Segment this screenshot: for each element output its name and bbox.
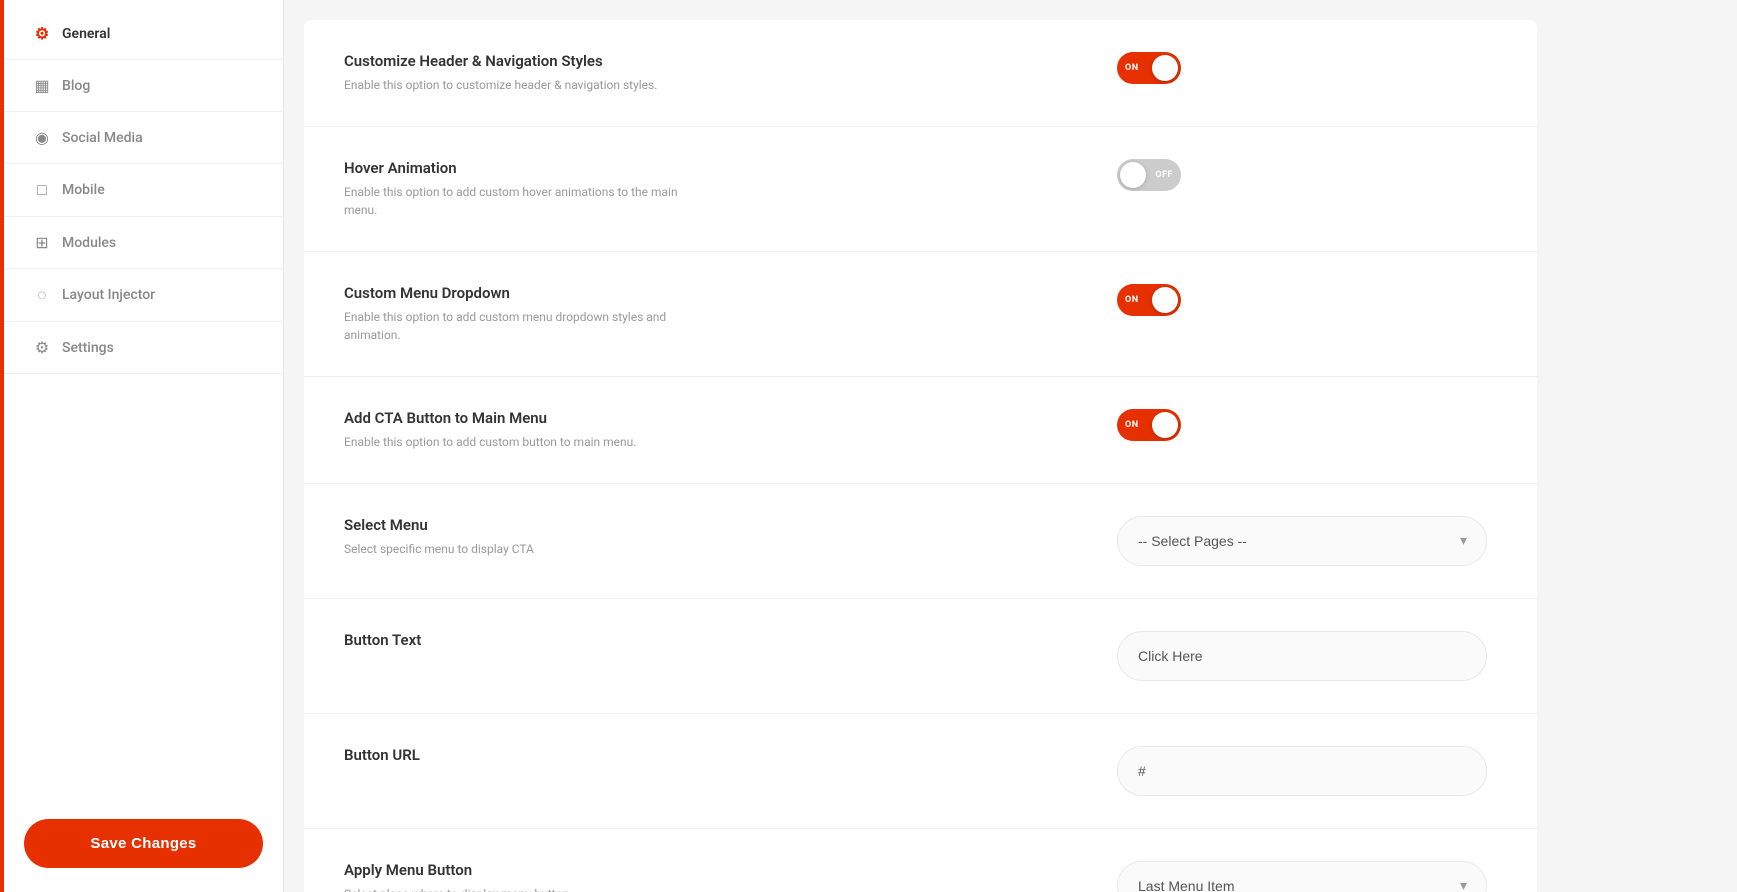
setting-info: Customize Header & Navigation Styles Ena… [344, 52, 704, 94]
setting-info: Button Text [344, 631, 704, 655]
sidebar-item-label: Blog [62, 78, 90, 94]
sidebar-footer: Save Changes [4, 795, 283, 892]
sidebar-item-label: Mobile [62, 182, 105, 198]
setting-desc: Enable this option to add custom menu dr… [344, 308, 704, 344]
toggle-customize-header[interactable]: ON [1117, 52, 1181, 84]
setting-desc: Select specific menu to display CTA [344, 540, 704, 558]
setting-desc: Enable this option to add custom button … [344, 433, 704, 451]
setting-label: Button Text [344, 631, 704, 649]
toggle-label: ON [1125, 295, 1139, 305]
setting-button-url: Button URL [304, 714, 1537, 829]
setting-control: ON [1117, 52, 1497, 84]
sidebar-item-label: Social Media [62, 130, 143, 146]
right-panel [1557, 0, 1737, 892]
sidebar-nav: ⚙ General ▦ Blog ◉ Social Media □ Mobile… [4, 0, 283, 795]
button-url-input[interactable] [1117, 746, 1487, 796]
setting-hover-animation: Hover Animation Enable this option to ad… [304, 127, 1537, 252]
setting-desc: Enable this option to add custom hover a… [344, 183, 704, 219]
setting-control: -- Select Pages -- ▾ [1117, 516, 1497, 566]
setting-control: ON [1117, 409, 1497, 441]
toggle-label: ON [1125, 63, 1139, 73]
sidebar-item-label: Modules [62, 235, 116, 251]
button-text-input[interactable] [1117, 631, 1487, 681]
apply-menu-button-wrapper: Last Menu Item First Menu Item After Log… [1117, 861, 1487, 892]
sidebar-item-blog[interactable]: ▦ Blog [4, 60, 283, 112]
save-changes-button[interactable]: Save Changes [24, 819, 263, 868]
sidebar-item-label: Layout Injector [62, 287, 155, 303]
setting-label: Add CTA Button to Main Menu [344, 409, 704, 427]
toggle-knob [1152, 55, 1178, 81]
sidebar-item-label: General [62, 26, 110, 42]
main-content: Customize Header & Navigation Styles Ena… [284, 0, 1557, 892]
toggle-knob [1152, 287, 1178, 313]
setting-info: Select Menu Select specific menu to disp… [344, 516, 704, 558]
layout-icon: ◌ [32, 285, 52, 305]
setting-desc: Enable this option to customize header &… [344, 76, 704, 94]
toggle-add-cta-button[interactable]: ON [1117, 409, 1181, 441]
sidebar-item-social-media[interactable]: ◉ Social Media [4, 112, 283, 164]
mobile-icon: □ [32, 180, 52, 200]
select-pages-input[interactable]: -- Select Pages -- [1117, 516, 1487, 566]
setting-info: Add CTA Button to Main Menu Enable this … [344, 409, 704, 451]
setting-control: Last Menu Item First Menu Item After Log… [1117, 861, 1497, 892]
setting-label: Select Menu [344, 516, 704, 534]
setting-desc: Select place where to display menu butto… [344, 885, 704, 892]
toggle-label: OFF [1155, 170, 1173, 180]
select-pages-wrapper: -- Select Pages -- ▾ [1117, 516, 1487, 566]
setting-add-cta-button: Add CTA Button to Main Menu Enable this … [304, 377, 1537, 484]
toggle-knob [1152, 412, 1178, 438]
blog-icon: ▦ [32, 76, 52, 95]
setting-control [1117, 746, 1497, 796]
setting-label: Hover Animation [344, 159, 704, 177]
setting-info: Button URL [344, 746, 704, 770]
setting-label: Custom Menu Dropdown [344, 284, 704, 302]
setting-apply-menu-button: Apply Menu Button Select place where to … [304, 829, 1537, 892]
toggle-hover-animation[interactable]: OFF [1117, 159, 1181, 191]
content-panel: Customize Header & Navigation Styles Ena… [304, 20, 1537, 892]
sidebar-item-layout-injector[interactable]: ◌ Layout Injector [4, 269, 283, 322]
sidebar-item-general[interactable]: ⚙ General [4, 8, 283, 60]
setting-control [1117, 631, 1497, 681]
setting-button-text: Button Text [304, 599, 1537, 714]
toggle-custom-menu-dropdown[interactable]: ON [1117, 284, 1181, 316]
toggle-knob [1120, 162, 1146, 188]
modules-icon: ⊞ [32, 233, 52, 252]
social-icon: ◉ [32, 128, 52, 147]
sidebar-item-mobile[interactable]: □ Mobile [4, 164, 283, 217]
toggle-label: ON [1125, 420, 1139, 430]
sidebar-item-modules[interactable]: ⊞ Modules [4, 217, 283, 269]
setting-customize-header: Customize Header & Navigation Styles Ena… [304, 20, 1537, 127]
setting-select-menu: Select Menu Select specific menu to disp… [304, 484, 1537, 599]
settings-icon: ⚙ [32, 338, 52, 357]
setting-label: Apply Menu Button [344, 861, 704, 879]
setting-label: Button URL [344, 746, 704, 764]
setting-control: OFF [1117, 159, 1497, 191]
sidebar-item-label: Settings [62, 340, 114, 356]
sidebar-item-settings[interactable]: ⚙ Settings [4, 322, 283, 374]
gear-icon: ⚙ [32, 24, 52, 43]
apply-menu-button-select[interactable]: Last Menu Item First Menu Item After Log… [1117, 861, 1487, 892]
sidebar: ⚙ General ▦ Blog ◉ Social Media □ Mobile… [4, 0, 284, 892]
setting-info: Hover Animation Enable this option to ad… [344, 159, 704, 219]
setting-info: Custom Menu Dropdown Enable this option … [344, 284, 704, 344]
setting-label: Customize Header & Navigation Styles [344, 52, 704, 70]
setting-custom-menu-dropdown: Custom Menu Dropdown Enable this option … [304, 252, 1537, 377]
setting-info: Apply Menu Button Select place where to … [344, 861, 704, 892]
setting-control: ON [1117, 284, 1497, 316]
